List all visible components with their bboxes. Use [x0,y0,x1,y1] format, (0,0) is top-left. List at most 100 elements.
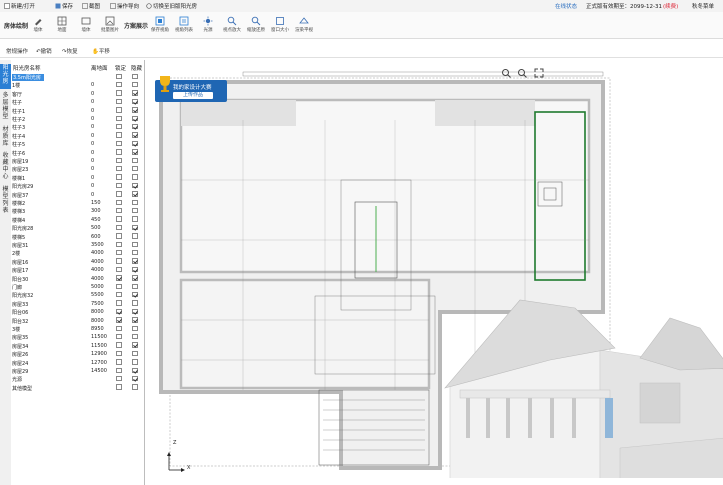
list-row[interactable]: 楼梯5 600 [11,233,144,242]
lock-checkbox[interactable] [116,81,122,88]
lock-checkbox[interactable] [116,207,122,214]
lock-checkbox[interactable] [116,98,122,105]
vtab-multilayer[interactable]: 多层模型 [0,92,11,124]
menu-image[interactable]: 截图 [82,2,100,10]
list-row[interactable]: 楼梯3 300 [11,207,144,216]
list-row[interactable]: 房屋34 11500 [11,342,144,351]
lock-checkbox[interactable] [116,317,122,323]
hide-checkbox[interactable] [132,73,138,79]
hide-checkbox[interactable] [132,317,138,323]
canvas-fullscreen-icon[interactable] [534,68,544,78]
hide-checkbox[interactable] [132,157,138,163]
lock-checkbox[interactable] [116,233,122,239]
lock-checkbox[interactable] [116,199,122,205]
lock-checkbox[interactable] [116,283,122,289]
list-row[interactable]: 1楼 0 [11,81,144,90]
hide-checkbox[interactable] [132,233,138,239]
list-row[interactable]: 楼梯4 450 [11,216,144,225]
lock-checkbox[interactable] [116,275,122,281]
menu-new-open[interactable]: 新建/打开 [4,2,35,10]
list-row[interactable]: 2楼 4000 [11,249,144,258]
tool-view-list[interactable]: 视角列表 [172,15,196,37]
list-row[interactable]: 房屋37 0 [11,191,144,200]
hide-checkbox[interactable] [132,241,138,247]
tool-floor[interactable]: 地面 [50,15,74,37]
list-row[interactable]: 房屋33 7500 [11,300,144,309]
hide-checkbox[interactable] [132,174,138,180]
hide-checkbox[interactable] [132,291,138,298]
renew-link[interactable]: (续费) [663,2,678,10]
list-row[interactable]: 房屋31 3500 [11,241,144,250]
list-row[interactable]: 楼梯1 0 [11,174,144,183]
hide-checkbox[interactable] [132,224,138,231]
hide-checkbox[interactable] [132,266,138,273]
list-row[interactable]: 房屋35 11500 [11,333,144,342]
hide-checkbox[interactable] [132,350,138,357]
lock-checkbox[interactable] [116,333,122,340]
hide-checkbox[interactable] [132,275,138,281]
hide-checkbox[interactable] [132,359,138,365]
vtab-model-list[interactable]: 模型列表 [0,186,11,216]
lock-checkbox[interactable] [116,359,122,365]
lock-checkbox[interactable] [116,90,122,96]
hide-checkbox[interactable] [132,191,138,197]
list-row[interactable]: 柱子1 0 [11,107,144,116]
list-row[interactable]: 3楼 8950 [11,325,144,334]
list-row[interactable]: 其他模型 [11,384,144,393]
hide-checkbox[interactable] [132,333,138,340]
hide-checkbox[interactable] [132,115,138,121]
hide-checkbox[interactable] [132,283,138,289]
lock-checkbox[interactable] [116,165,122,172]
list-row[interactable]: 楼梯2 150 [11,199,144,208]
list-row[interactable]: 房屋24 12700 [11,359,144,368]
hide-checkbox[interactable] [132,249,138,256]
lock-checkbox[interactable] [116,123,122,130]
list-row[interactable]: 房屋29 14500 [11,367,144,376]
list-row[interactable]: 阳光房32 5500 [11,291,144,300]
hide-checkbox[interactable] [132,132,138,138]
menu-switch-old[interactable]: 切换至旧版阳光房 [146,2,197,10]
list-row[interactable]: 阳台32 8000 [11,317,144,326]
hide-checkbox[interactable] [132,207,138,214]
tool-render[interactable]: 渲染平视 [292,15,316,37]
hide-checkbox[interactable] [132,342,138,348]
design-canvas[interactable]: 我的家设计大赛 上传作品 Z X [145,60,723,485]
lock-checkbox[interactable] [116,258,122,264]
hide-checkbox[interactable] [132,140,138,147]
list-row[interactable]: 柱子4 0 [11,132,144,141]
list-row[interactable]: 柱子2 0 [11,115,144,124]
lock-checkbox[interactable] [116,149,122,155]
list-row[interactable]: 阳光房29 0 [11,182,144,191]
lock-checkbox[interactable] [116,300,122,306]
lock-checkbox[interactable] [116,191,122,197]
list-row[interactable]: 房屋19 0 [11,157,144,166]
list-row[interactable]: 柱子 0 [11,98,144,107]
list-row[interactable]: 阳台30 4000 [11,275,144,284]
online-status[interactable]: 在线状态 [555,2,577,10]
lock-checkbox[interactable] [116,325,122,331]
lock-checkbox[interactable] [116,308,122,315]
redo-button[interactable]: ↷恢复 [62,47,78,55]
hide-checkbox[interactable] [132,98,138,105]
list-row[interactable]: 门廊 5000 [11,283,144,292]
lock-checkbox[interactable] [116,375,122,382]
list-row[interactable]: 房屋16 4000 [11,258,144,267]
hide-checkbox[interactable] [132,325,138,331]
list-row[interactable]: 房屋17 4000 [11,266,144,275]
list-row[interactable]: 阳台06 8000 [11,308,144,317]
lock-checkbox[interactable] [116,115,122,121]
hide-checkbox[interactable] [132,182,138,189]
list-row[interactable]: 光源 [11,375,144,384]
tool-light[interactable]: 光源 [196,15,220,37]
undo-button[interactable]: ↶撤销 [36,47,52,55]
list-row[interactable]: 柱子3 0 [11,123,144,132]
lock-checkbox[interactable] [116,140,122,147]
list-row[interactable]: 客厅 0 [11,90,144,99]
hide-checkbox[interactable] [132,216,138,222]
lock-checkbox[interactable] [116,216,122,222]
hide-checkbox[interactable] [132,123,138,130]
hide-checkbox[interactable] [132,90,138,96]
hide-checkbox[interactable] [132,308,138,315]
list-row[interactable]: 房屋26 12900 [11,350,144,359]
lock-checkbox[interactable] [116,132,122,138]
